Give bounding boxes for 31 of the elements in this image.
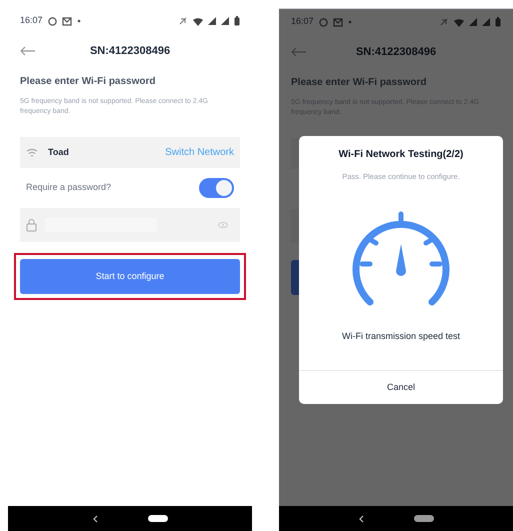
back-arrow-icon[interactable] xyxy=(20,46,36,56)
screen-title: SN:4122308496 xyxy=(356,44,436,60)
dialog-title: Wi-Fi Network Testing(2/2) xyxy=(338,148,464,162)
dot-icon xyxy=(348,20,352,24)
cancel-button[interactable]: Cancel xyxy=(299,371,503,404)
battery-icon xyxy=(234,16,240,26)
network-name: Toad xyxy=(48,146,69,159)
home-pill-icon[interactable] xyxy=(148,515,168,522)
status-time: 16:07 xyxy=(20,14,43,28)
wifi-icon xyxy=(26,147,38,158)
mail-icon xyxy=(332,18,343,26)
password-field[interactable] xyxy=(20,208,240,242)
section-heading: Please enter Wi-Fi password xyxy=(291,76,428,90)
status-time: 16:07 xyxy=(291,15,314,28)
back-arrow-icon[interactable] xyxy=(291,47,307,57)
mail-icon xyxy=(62,16,72,26)
wifi-icon xyxy=(454,18,464,26)
dialog-caption: Wi-Fi transmission speed test xyxy=(342,330,460,344)
configure-button[interactable]: Start to configure xyxy=(20,259,240,294)
screen-title: SN:4122308496 xyxy=(90,44,170,59)
switch-network-link[interactable]: Switch Network xyxy=(165,145,234,160)
section-heading: Please enter Wi-Fi password xyxy=(20,75,157,89)
battery-icon xyxy=(495,17,501,27)
back-icon[interactable] xyxy=(358,514,364,522)
dot-icon xyxy=(76,19,81,23)
password-toggle[interactable] xyxy=(199,178,234,198)
back-icon[interactable] xyxy=(92,514,98,522)
wifi-icon xyxy=(193,16,203,26)
home-pill-icon[interactable] xyxy=(414,515,434,522)
toggle-label: Require a password? xyxy=(26,181,112,194)
lock-icon xyxy=(26,218,37,232)
